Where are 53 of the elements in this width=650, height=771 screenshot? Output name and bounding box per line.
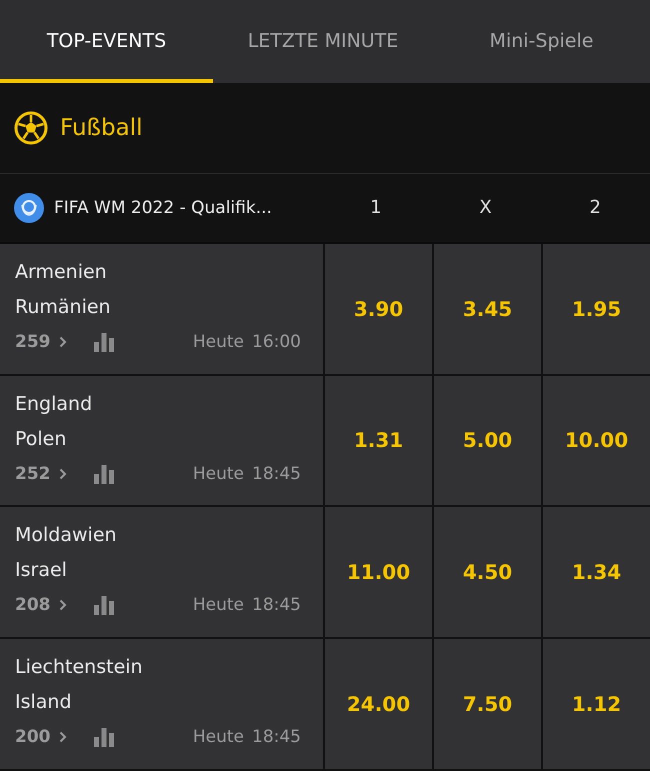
match-time: 18:45 — [252, 595, 301, 616]
bar-chart-icon[interactable] — [92, 332, 114, 352]
market-count[interactable]: 200 — [15, 727, 50, 748]
league-name: FIFA WM 2022 - Qualifik... — [54, 198, 272, 218]
tab[interactable]: Mini-Spiele — [433, 0, 650, 83]
home-team: Armenien — [15, 260, 108, 285]
odds-button[interactable]: 1.31 — [325, 376, 434, 506]
tab[interactable]: LETZTE MINUTE — [213, 0, 433, 83]
away-team: Israel — [15, 558, 68, 584]
chevron-right-icon[interactable] — [58, 336, 66, 348]
odds-button[interactable]: 3.45 — [434, 244, 543, 374]
match-day: Heute — [192, 595, 244, 616]
market-count[interactable]: 252 — [15, 464, 50, 484]
bar-chart-icon[interactable] — [92, 727, 114, 748]
column-header: 2 — [588, 197, 602, 218]
market-count[interactable]: 259 — [15, 332, 50, 352]
match-card[interactable]: Armenien Rumänien 259 Heute 16:00 — [0, 244, 325, 374]
market-count[interactable]: 208 — [15, 595, 50, 616]
odds-button[interactable]: 24.00 — [325, 639, 434, 769]
odds-button[interactable]: 4.50 — [434, 507, 543, 638]
match-card[interactable]: Moldawien Israel 208 Heute 18:45 — [0, 507, 325, 638]
match-time: 16:00 — [252, 332, 301, 352]
match-time: 18:45 — [252, 727, 301, 748]
bar-chart-icon[interactable] — [92, 464, 114, 484]
chevron-right-icon[interactable] — [58, 731, 66, 744]
away-team: Island — [15, 690, 73, 716]
odds-button[interactable]: 5.00 — [434, 376, 543, 506]
sport-title: Fußball — [60, 114, 143, 141]
column-header: X — [478, 197, 493, 218]
odds-button[interactable]: 11.00 — [325, 507, 434, 638]
odds-button[interactable]: 10.00 — [543, 376, 650, 506]
odds-button[interactable]: 1.95 — [543, 244, 650, 374]
match-day: Heute — [192, 332, 244, 352]
match-time: 18:45 — [252, 464, 301, 484]
match-day: Heute — [192, 727, 244, 748]
home-team: Moldawien — [15, 523, 118, 548]
soccer-ball-icon — [14, 110, 48, 145]
chevron-right-icon[interactable] — [58, 468, 66, 480]
match-card[interactable]: England Polen 252 Heute 18:45 — [0, 376, 325, 506]
odds-button[interactable]: 3.90 — [325, 244, 434, 374]
odds-button[interactable]: 7.50 — [434, 639, 543, 769]
bar-chart-icon[interactable] — [92, 595, 114, 616]
chevron-right-icon[interactable] — [58, 599, 66, 612]
match-day: Heute — [192, 464, 244, 484]
home-team: England — [15, 392, 94, 416]
globe-emblem-icon — [14, 192, 44, 223]
away-team: Rumänien — [15, 294, 112, 320]
match-card[interactable]: Liechtenstein Island 200 Heute 18:45 — [0, 639, 325, 769]
column-header: 1 — [369, 197, 383, 218]
odds-button[interactable]: 1.34 — [543, 507, 650, 638]
away-team: Polen — [15, 426, 68, 452]
odds-button[interactable]: 1.12 — [543, 639, 650, 769]
home-team: Liechtenstein — [15, 655, 144, 680]
